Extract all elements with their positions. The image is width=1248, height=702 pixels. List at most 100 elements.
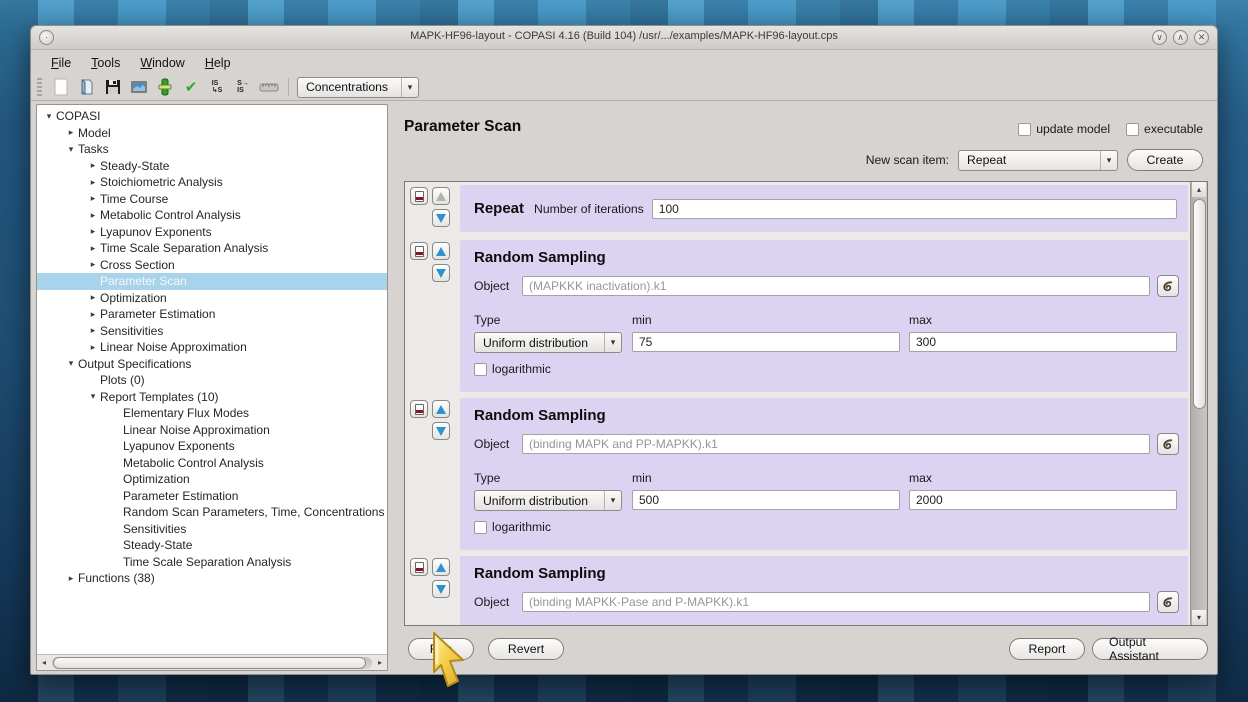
- tree-item-parameter-estimation[interactable]: ▸Parameter Estimation: [37, 306, 387, 323]
- tree-item-parameter-scan[interactable]: Parameter Scan: [37, 273, 387, 290]
- report-button[interactable]: Report: [1009, 638, 1085, 660]
- expand-arrow-icon[interactable]: ▸: [86, 259, 100, 270]
- scroll-down-icon[interactable]: ▾: [1192, 610, 1206, 625]
- tree-item-plots-0[interactable]: Plots (0): [37, 372, 387, 389]
- tree-hscroll-thumb[interactable]: [53, 657, 366, 669]
- tree-item-steady-state[interactable]: ▸Steady-State: [37, 158, 387, 175]
- check-model-button[interactable]: ✔: [178, 76, 204, 98]
- tree-item-functions-38[interactable]: ▸Functions (38): [37, 570, 387, 587]
- tree-item-random-scan-parameters-time-concentrations[interactable]: Random Scan Parameters, Time, Concentrat…: [37, 504, 387, 521]
- expand-arrow-icon[interactable]: ▸: [86, 226, 100, 237]
- scroll-up-icon[interactable]: ▴: [1192, 182, 1206, 197]
- move-down-button[interactable]: [432, 209, 450, 227]
- select-object-button[interactable]: [1157, 433, 1179, 455]
- min-input[interactable]: [632, 490, 900, 510]
- move-up-button[interactable]: [432, 242, 450, 260]
- logarithmic-checkbox[interactable]: [474, 521, 487, 534]
- expand-arrow-icon[interactable]: ▸: [86, 193, 100, 204]
- expand-arrow-icon[interactable]: ▸: [86, 292, 100, 303]
- tree-item-model[interactable]: ▸Model: [37, 125, 387, 142]
- iterations-input[interactable]: [652, 199, 1177, 219]
- tree-item-linear-noise-approximation[interactable]: ▸Linear Noise Approximation: [37, 339, 387, 356]
- expand-arrow-icon[interactable]: ▸: [64, 127, 78, 138]
- tree-item-metabolic-control-analysis[interactable]: ▸Metabolic Control Analysis: [37, 207, 387, 224]
- expand-arrow-icon[interactable]: ▸: [64, 573, 78, 584]
- open-file-button[interactable]: [74, 76, 100, 98]
- tree-item-report-templates-10[interactable]: ▾Report Templates (10): [37, 389, 387, 406]
- logarithmic-checkbox[interactable]: [474, 363, 487, 376]
- menu-file[interactable]: File: [41, 53, 81, 73]
- move-down-button[interactable]: [432, 580, 450, 598]
- remove-item-button[interactable]: [410, 242, 428, 260]
- expand-arrow-icon[interactable]: ▸: [86, 210, 100, 221]
- move-up-button[interactable]: [432, 558, 450, 576]
- expand-arrow-icon[interactable]: ▸: [86, 309, 100, 320]
- tree-item-cross-section[interactable]: ▸Cross Section: [37, 257, 387, 274]
- remove-item-button[interactable]: [410, 558, 428, 576]
- capture-image-button[interactable]: [126, 76, 152, 98]
- move-up-button[interactable]: [432, 187, 450, 205]
- tree-item-tasks[interactable]: ▾Tasks: [37, 141, 387, 158]
- tree-horizontal-scrollbar[interactable]: ◂ ▸: [37, 654, 387, 670]
- expand-arrow-icon[interactable]: ▾: [42, 111, 56, 122]
- move-down-button[interactable]: [432, 264, 450, 282]
- tree-item-optimization[interactable]: ▸Optimization: [37, 290, 387, 307]
- object-input[interactable]: [522, 592, 1150, 612]
- scroll-right-icon[interactable]: ▸: [373, 658, 387, 667]
- select-object-button[interactable]: [1157, 275, 1179, 297]
- tree-item-lyapunov-exponents[interactable]: Lyapunov Exponents: [37, 438, 387, 455]
- expand-arrow-icon[interactable]: ▾: [64, 358, 78, 369]
- maximize-button[interactable]: ∧: [1173, 30, 1188, 45]
- menu-help[interactable]: Help: [195, 53, 241, 73]
- remove-item-button[interactable]: [410, 400, 428, 418]
- tree-item-linear-noise-approximation[interactable]: Linear Noise Approximation: [37, 422, 387, 439]
- expand-arrow-icon[interactable]: ▾: [64, 144, 78, 155]
- expand-arrow-icon[interactable]: ▸: [86, 177, 100, 188]
- revert-button[interactable]: Revert: [488, 638, 564, 660]
- is-to-s-button[interactable]: IS↳S: [204, 76, 230, 98]
- move-down-button[interactable]: [432, 422, 450, 440]
- units-selector[interactable]: Concentrations ▾: [297, 77, 419, 98]
- update-model-checkbox[interactable]: [1018, 123, 1031, 136]
- tree-hscroll-track[interactable]: [52, 657, 372, 669]
- tree-item-copasi[interactable]: ▾COPASI: [37, 108, 387, 125]
- distribution-type-select[interactable]: Uniform distribution ▾: [474, 332, 622, 353]
- minimize-button[interactable]: ∨: [1152, 30, 1167, 45]
- create-button[interactable]: Create: [1127, 149, 1203, 171]
- toolbar-drag-handle[interactable]: [37, 78, 42, 96]
- min-input[interactable]: [632, 332, 900, 352]
- distribution-type-select[interactable]: Uniform distribution ▾: [474, 490, 622, 511]
- tree-item-sensitivities[interactable]: ▸Sensitivities: [37, 323, 387, 340]
- object-input[interactable]: [522, 276, 1150, 296]
- menu-tools[interactable]: Tools: [81, 53, 130, 73]
- expand-arrow-icon[interactable]: ▾: [86, 391, 100, 402]
- object-input[interactable]: [522, 434, 1150, 454]
- vertical-scrollbar[interactable]: ▴ ▾: [1190, 182, 1207, 625]
- tree-item-lyapunov-exponents[interactable]: ▸Lyapunov Exponents: [37, 224, 387, 241]
- max-input[interactable]: [909, 332, 1177, 352]
- close-button[interactable]: ✕: [1194, 30, 1209, 45]
- tree-item-output-specifications[interactable]: ▾Output Specifications: [37, 356, 387, 373]
- expand-arrow-icon[interactable]: ▸: [86, 160, 100, 171]
- ruler-button[interactable]: [256, 76, 282, 98]
- s-to-is-button[interactable]: S→IS: [230, 76, 256, 98]
- tree-item-time-scale-separation-analysis[interactable]: ▸Time Scale Separation Analysis: [37, 240, 387, 257]
- tree-item-time-scale-separation-analysis[interactable]: Time Scale Separation Analysis: [37, 554, 387, 571]
- menu-window[interactable]: Window: [130, 53, 194, 73]
- title-bar[interactable]: · MAPK-HF96-layout - COPASI 4.16 (Build …: [31, 26, 1217, 50]
- output-assistant-button[interactable]: Output Assistant: [1092, 638, 1208, 660]
- tree-item-stoichiometric-analysis[interactable]: ▸Stoichiometric Analysis: [37, 174, 387, 191]
- select-object-button[interactable]: [1157, 591, 1179, 613]
- tree-item-steady-state[interactable]: Steady-State: [37, 537, 387, 554]
- expand-arrow-icon[interactable]: ▸: [86, 325, 100, 336]
- expand-arrow-icon[interactable]: ▸: [86, 243, 100, 254]
- tree-item-metabolic-control-analysis[interactable]: Metabolic Control Analysis: [37, 455, 387, 472]
- max-input[interactable]: [909, 490, 1177, 510]
- tree-item-optimization[interactable]: Optimization: [37, 471, 387, 488]
- scroll-left-icon[interactable]: ◂: [37, 658, 51, 667]
- tree-item-parameter-estimation[interactable]: Parameter Estimation: [37, 488, 387, 505]
- remove-item-button[interactable]: [410, 187, 428, 205]
- tree-item-time-course[interactable]: ▸Time Course: [37, 191, 387, 208]
- executable-checkbox[interactable]: [1126, 123, 1139, 136]
- vertical-scrollbar-thumb[interactable]: [1193, 199, 1206, 409]
